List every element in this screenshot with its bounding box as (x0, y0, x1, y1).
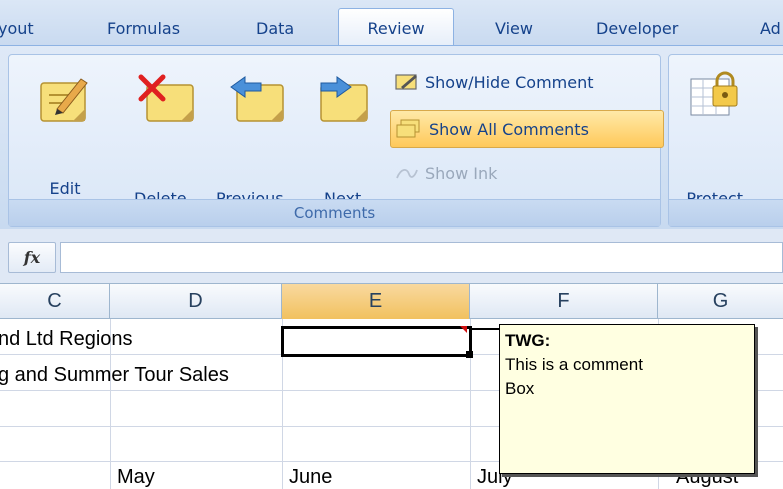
previous-comment-icon (230, 76, 284, 122)
cell-month-may[interactable]: May (117, 465, 155, 489)
comment-author: TWG: (505, 331, 551, 350)
tab-data[interactable]: Data (256, 19, 294, 38)
show-hide-comment-label: Show/Hide Comment (425, 72, 594, 92)
cell-title-tour-sales[interactable]: g and Summer Tour Sales (0, 363, 229, 387)
comment-box[interactable]: TWG: This is a comment Box (499, 324, 755, 474)
ribbon: Edit Comment Delete Previous Next (0, 45, 783, 229)
column-header-f[interactable]: F (470, 284, 658, 319)
insert-function-button[interactable]: fx (8, 242, 56, 273)
show-ink-icon (396, 169, 418, 179)
tab-review-label: Review (367, 19, 425, 38)
next-comment-icon (320, 76, 368, 122)
tab-addins[interactable]: Ad (760, 19, 781, 38)
column-header-e[interactable]: E (282, 284, 470, 319)
tab-view[interactable]: View (495, 19, 533, 38)
comment-text[interactable]: This is a comment Box (505, 353, 749, 401)
changes-group-label (669, 199, 783, 226)
tab-formulas[interactable]: Formulas (107, 19, 180, 38)
edit-comment-icon (40, 78, 88, 122)
tab-review[interactable]: Review (338, 8, 454, 46)
show-ink-button[interactable]: Show Ink (395, 158, 497, 188)
comment-indicator (460, 326, 467, 333)
tab-developer[interactable]: Developer (596, 19, 678, 38)
comments-group-label: Comments (9, 199, 660, 226)
fill-handle[interactable] (466, 351, 473, 358)
column-header-c[interactable]: C (0, 284, 110, 319)
column-header-d[interactable]: D (110, 284, 282, 319)
show-all-comments-icon (396, 119, 420, 138)
column-header-g[interactable]: G (658, 284, 783, 319)
show-hide-comment-icon (395, 74, 417, 90)
changes-group: Protect Sheet W (668, 54, 783, 228)
show-ink-label: Show Ink (425, 163, 498, 183)
show-all-comments-button[interactable]: Show All Comments (390, 110, 664, 148)
delete-comment-icon (138, 74, 194, 122)
column-headers: C D E F G (0, 283, 783, 319)
formula-bar: fx (0, 229, 783, 283)
cell-month-june[interactable]: June (289, 465, 332, 489)
cell-title-regions[interactable]: nd Ltd Regions (0, 327, 133, 351)
active-cell-e[interactable] (281, 326, 472, 357)
protect-sheet-icon (690, 71, 738, 116)
show-all-comments-label: Show All Comments (429, 119, 589, 139)
worksheet-grid[interactable]: nd Ltd Regions g and Summer Tour Sales M… (0, 319, 783, 489)
show-hide-comment-button[interactable]: Show/Hide Comment (395, 67, 594, 97)
comments-group: Edit Comment Delete Previous Next (8, 54, 664, 227)
tab-page-layout[interactable]: yout (0, 19, 34, 38)
formula-input[interactable] (60, 242, 783, 273)
ribbon-tab-bar: yout Formulas Data Review View Developer… (0, 0, 783, 46)
